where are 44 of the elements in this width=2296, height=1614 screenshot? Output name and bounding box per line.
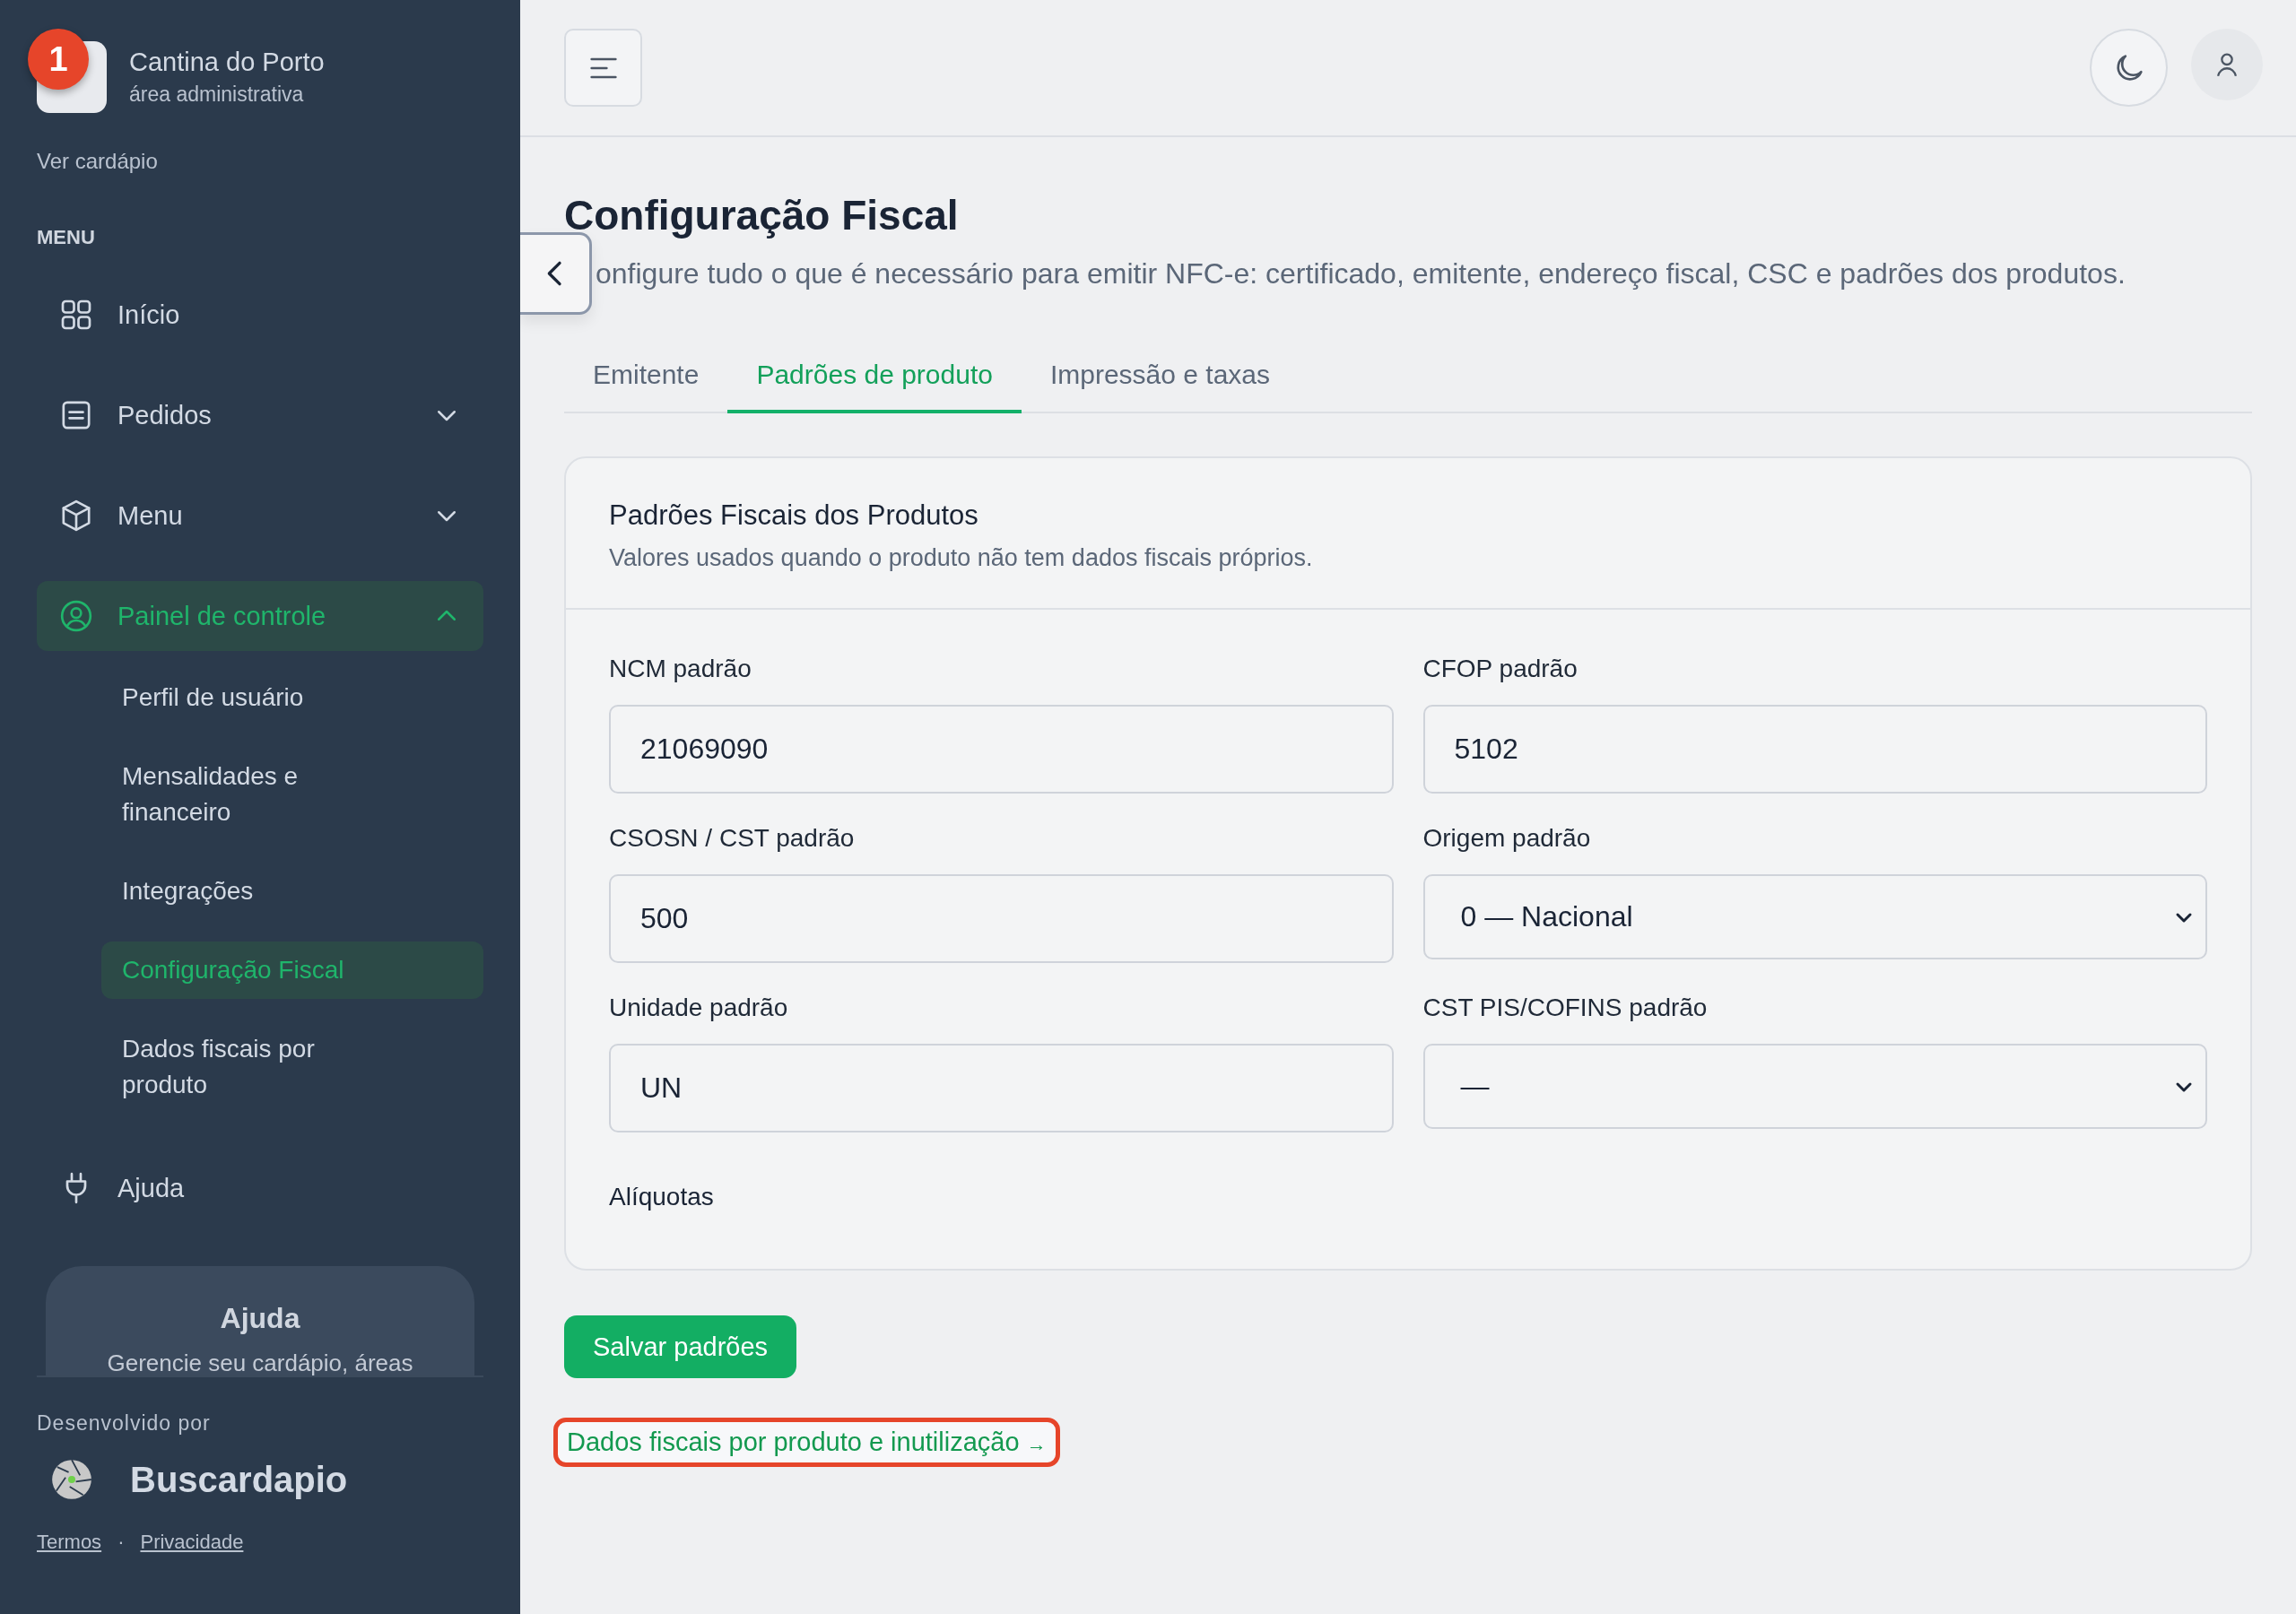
- nav-item[interactable]: Menu: [37, 481, 483, 551]
- select-field[interactable]: —: [1422, 1044, 2207, 1129]
- menu-button[interactable]: [564, 29, 642, 107]
- text-field[interactable]: 500: [609, 874, 1394, 963]
- credit-label: Desenvolvido por: [37, 1411, 212, 1436]
- text-field[interactable]: 21069090: [609, 705, 1394, 794]
- card-description: Valores usados quando o produto não tem dados fiscais próprios.: [609, 544, 1314, 572]
- nav-item[interactable]: Início: [37, 280, 483, 350]
- aperture-logo-icon: [51, 1459, 92, 1500]
- page-title: Configuração Fiscal: [564, 191, 960, 239]
- nav-item[interactable]: Painel de controle: [37, 581, 483, 651]
- page-subtitle: onfigure tudo o que é necessário para emitir NFC-e: certificado, emitente, endereço fiscal, CSC e padrões dos produtos.: [596, 256, 2126, 291]
- help-text: Gerencie seu cardápio, áreas: [107, 1349, 413, 1375]
- link-separator: ·: [117, 1531, 125, 1554]
- text-field[interactable]: 5102: [1422, 705, 2207, 794]
- field-label: CST PIS/COFINS padrão: [1422, 994, 1709, 1022]
- area-subtitle: área administrativa: [129, 82, 305, 107]
- field-label: Origem padrão: [1422, 824, 1592, 853]
- text-field[interactable]: UN: [609, 1044, 1394, 1132]
- step-badge: 1: [28, 29, 89, 90]
- nav-item[interactable]: Pedidos: [37, 380, 483, 450]
- field-label: CFOP padrão: [1422, 655, 1578, 683]
- select-field[interactable]: 0 — Nacional: [1422, 874, 2207, 959]
- view-menu-link[interactable]: Ver cardápio: [37, 149, 483, 174]
- restaurant-name: Cantina do Porto: [129, 48, 325, 77]
- nav-subitem[interactable]: Dados fiscais por produto: [101, 1020, 376, 1114]
- developer-brand: Buscardapio: [130, 1459, 348, 1500]
- nav-subitem[interactable]: Perfil de usuário: [101, 669, 376, 726]
- field-label: NCM padrão: [609, 655, 752, 683]
- nav-subitem[interactable]: Mensalidades e financeiro: [101, 748, 376, 841]
- tab[interactable]: Emitente: [564, 360, 728, 413]
- section-label: MENU: [37, 226, 96, 249]
- nav-subitem[interactable]: Configuração Fiscal: [101, 941, 483, 999]
- user-circle-icon: [58, 598, 94, 634]
- field-label: Unidade padrão: [609, 994, 789, 1022]
- section-heading: Alíquotas: [609, 1183, 715, 1211]
- privacy-link[interactable]: Privacidade: [140, 1531, 244, 1554]
- nav-subitem[interactable]: Integrações: [101, 863, 376, 920]
- nav-item[interactable]: Ajuda: [37, 1153, 483, 1223]
- tab[interactable]: Impressão e taxas: [1021, 360, 1300, 413]
- help-title: Ajuda: [220, 1302, 300, 1335]
- field-label: CSOSN / CST padrão: [609, 824, 856, 853]
- terms-link[interactable]: Termos: [37, 1531, 102, 1554]
- card-title: Padrões Fiscais dos Produtos: [609, 499, 979, 532]
